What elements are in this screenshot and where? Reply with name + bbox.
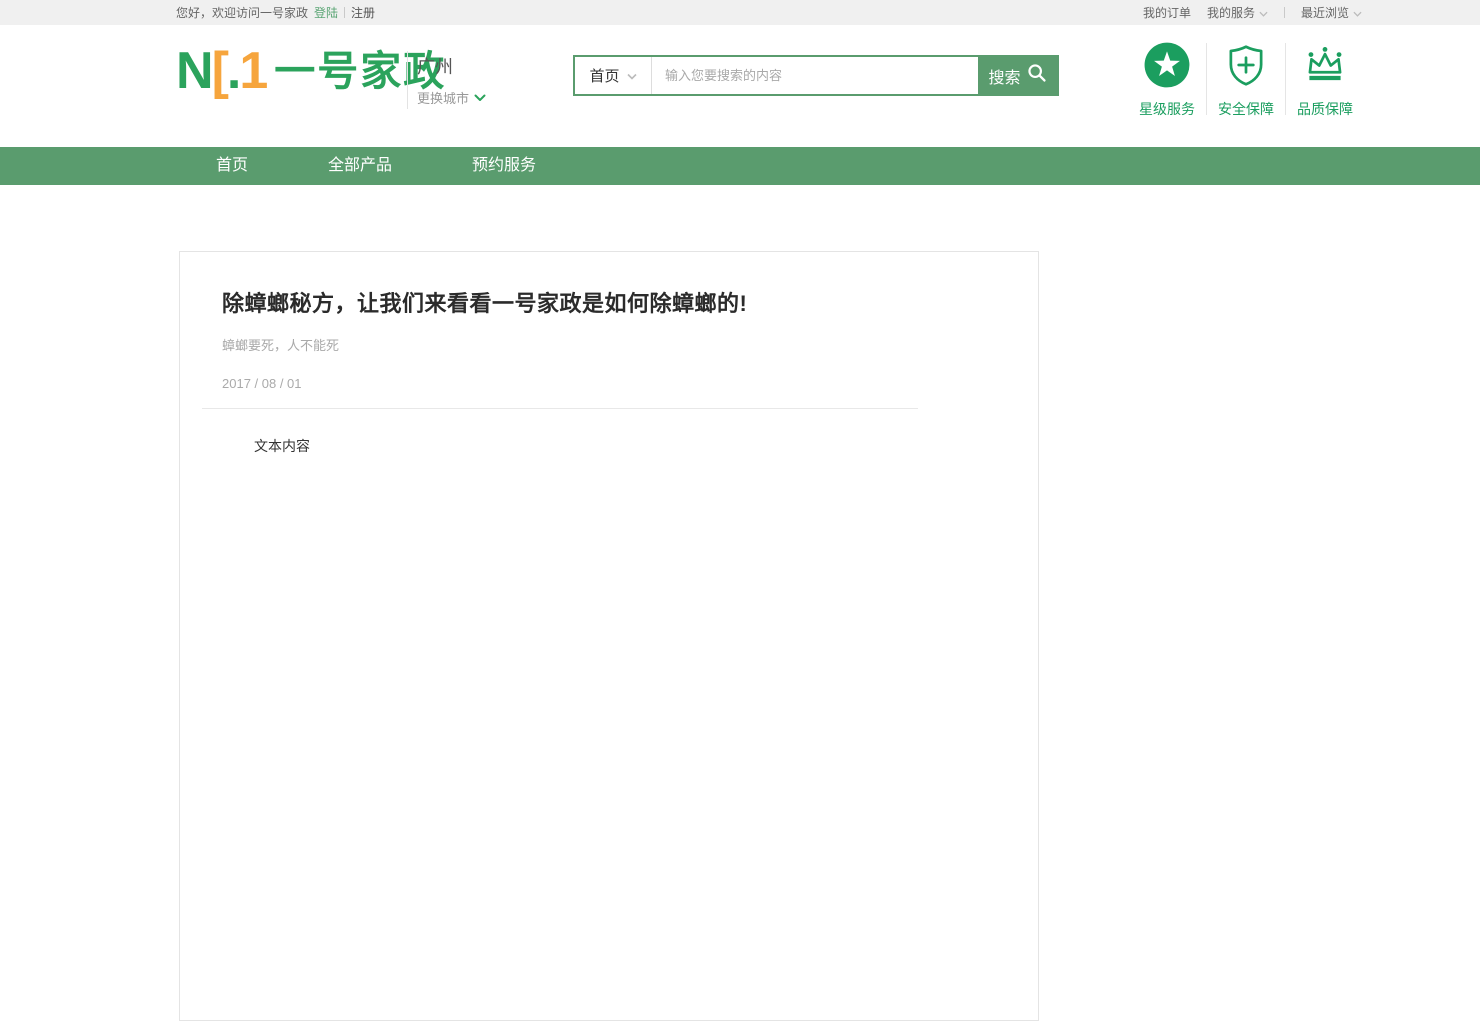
my-orders-link[interactable]: 我的订单 — [1143, 4, 1191, 21]
divider — [202, 408, 918, 409]
article-body-text: 文本内容 — [254, 436, 998, 456]
city-selector: 广州 更换城市 — [417, 53, 486, 107]
chevron-down-icon — [474, 90, 486, 105]
header: N[.1 一号家政 广州 更换城市 首页 搜索 — [0, 25, 1480, 147]
search-category-dropdown[interactable]: 首页 — [575, 57, 652, 94]
star-icon — [1143, 41, 1191, 89]
greeting-text: 您好，欢迎访问一号家政 — [176, 4, 308, 21]
change-city-link[interactable]: 更换城市 — [417, 88, 486, 107]
nav-item-all-products[interactable]: 全部产品 — [288, 147, 432, 185]
nav-item-booking-service[interactable]: 预约服务 — [432, 147, 576, 185]
divider — [407, 51, 408, 109]
badge-label: 安全保障 — [1218, 99, 1274, 119]
search-box: 首页 搜索 — [573, 55, 1059, 96]
login-link[interactable]: 登陆 — [314, 4, 338, 21]
logo-en-text: N[.1 — [176, 45, 266, 97]
main-content: 除蟑螂秘方，让我们来看看一号家政是如何除蟑螂的! 蟑螂要死，人不能死 2017 … — [176, 251, 1376, 1021]
topbar: 您好，欢迎访问一号家政 登陆 注册 我的订单 我的服务 最近浏览 — [0, 0, 1480, 25]
register-link[interactable]: 注册 — [351, 4, 375, 21]
recent-views-dropdown[interactable]: 最近浏览 — [1301, 4, 1362, 21]
current-city-label[interactable]: 广州 — [417, 53, 486, 79]
badge-label: 品质保障 — [1297, 99, 1353, 119]
divider — [344, 7, 345, 18]
crown-icon — [1299, 41, 1351, 89]
recent-views-label: 最近浏览 — [1301, 4, 1349, 21]
search-input[interactable] — [652, 57, 978, 94]
site-logo[interactable]: N[.1 一号家政 — [176, 45, 446, 97]
main-nav: 首页 全部产品 预约服务 — [0, 147, 1480, 185]
search-icon — [1027, 63, 1047, 88]
trust-badges: 星级服务 安全保障 — [1128, 41, 1364, 119]
chevron-down-icon — [627, 67, 637, 84]
badge-quality-guarantee[interactable]: 品质保障 — [1286, 41, 1364, 119]
my-services-label: 我的服务 — [1207, 4, 1255, 21]
change-city-label: 更换城市 — [417, 88, 469, 107]
chevron-down-icon — [1259, 6, 1268, 20]
badge-safety-guarantee[interactable]: 安全保障 — [1207, 41, 1285, 119]
article-title: 除蟑螂秘方，让我们来看看一号家政是如何除蟑螂的! — [222, 286, 998, 318]
search-button-label: 搜索 — [988, 64, 1020, 88]
search-button[interactable]: 搜索 — [978, 57, 1057, 94]
badge-label: 星级服务 — [1139, 99, 1195, 119]
my-orders-label: 我的订单 — [1143, 4, 1191, 21]
my-services-dropdown[interactable]: 我的服务 — [1207, 4, 1268, 21]
topbar-greeting-area: 您好，欢迎访问一号家政 登陆 注册 — [176, 4, 375, 21]
search-category-label: 首页 — [589, 65, 619, 86]
topbar-user-menu: 我的订单 我的服务 最近浏览 — [1143, 4, 1362, 21]
article-card: 除蟑螂秘方，让我们来看看一号家政是如何除蟑螂的! 蟑螂要死，人不能死 2017 … — [179, 251, 1039, 1021]
article-subtitle: 蟑螂要死，人不能死 — [222, 335, 998, 354]
divider — [1284, 7, 1285, 18]
chevron-down-icon — [1353, 6, 1362, 20]
article-date: 2017 / 08 / 01 — [222, 376, 998, 391]
shield-plus-icon — [1222, 41, 1270, 89]
nav-item-home[interactable]: 首页 — [176, 147, 288, 185]
badge-star-service[interactable]: 星级服务 — [1128, 41, 1206, 119]
